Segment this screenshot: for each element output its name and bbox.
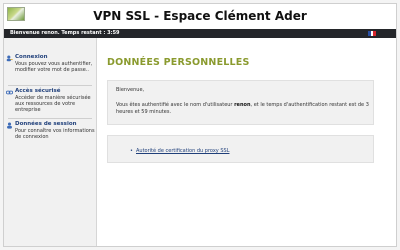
page-title: DONNÉES PERSONNELLES [107,57,250,68]
sidebar: Connexion Vous pouvez vous authentifier,… [4,38,97,246]
link-icon [6,90,13,95]
welcome-message: Vous êtes authentifié avec le nom d'util… [116,102,371,115]
page-header-title: VPN SSL - Espace Clément Ader [93,9,307,23]
ssl-proxy-ca-link[interactable]: Autorité de certification du proxy SSL [136,148,229,154]
flag-stripe-red [373,31,377,36]
sidebar-item-title: Accès sécurisé [15,88,61,94]
status-bar: Bienvenue renon. Temps restant : 3:59 [4,29,396,38]
sidebar-item-description: Vous pouvez vous authentifier, modifier … [15,61,93,73]
app-window: VPN SSL - Espace Clément Ader Bienvenue … [3,3,397,247]
sidebar-item-acces-securise[interactable]: Accès sécurisé Accéder de manière sécuri… [6,88,94,116]
bullet-icon: • [130,148,133,154]
session-status-text: Bienvenue renon. Temps restant : 3:59 [10,30,120,36]
sidebar-divider [8,118,92,119]
header: VPN SSL - Espace Clément Ader [4,4,396,29]
username: renon [234,102,251,108]
sidebar-item-title: Données de session [15,121,77,127]
user-key-icon [6,55,13,62]
welcome-heading: Bienvenue, [116,87,145,93]
sidebar-item-title: Connexion [15,54,48,60]
sidebar-item-description: Accéder de manière sécurisée aux ressour… [15,95,91,113]
main-content: DONNÉES PERSONNELLES Bienvenue, Vous ête… [97,38,396,246]
french-flag-icon[interactable] [368,31,377,36]
user-icon [7,122,12,129]
links-panel: • Autorité de certification du proxy SSL [107,135,374,163]
sidebar-item-connexion[interactable]: Connexion Vous pouvez vous authentifier,… [6,54,94,86]
welcome-panel: Bienvenue, Vous êtes authentifié avec le… [107,80,374,125]
sidebar-item-description: Pour connaître vos informations de conne… [15,128,95,140]
sidebar-divider [8,85,92,86]
sidebar-item-donnees-session[interactable]: Données de session Pour connaître vos in… [6,121,95,145]
welcome-text-start: Vous êtes authentifié avec le nom d'util… [116,102,235,108]
